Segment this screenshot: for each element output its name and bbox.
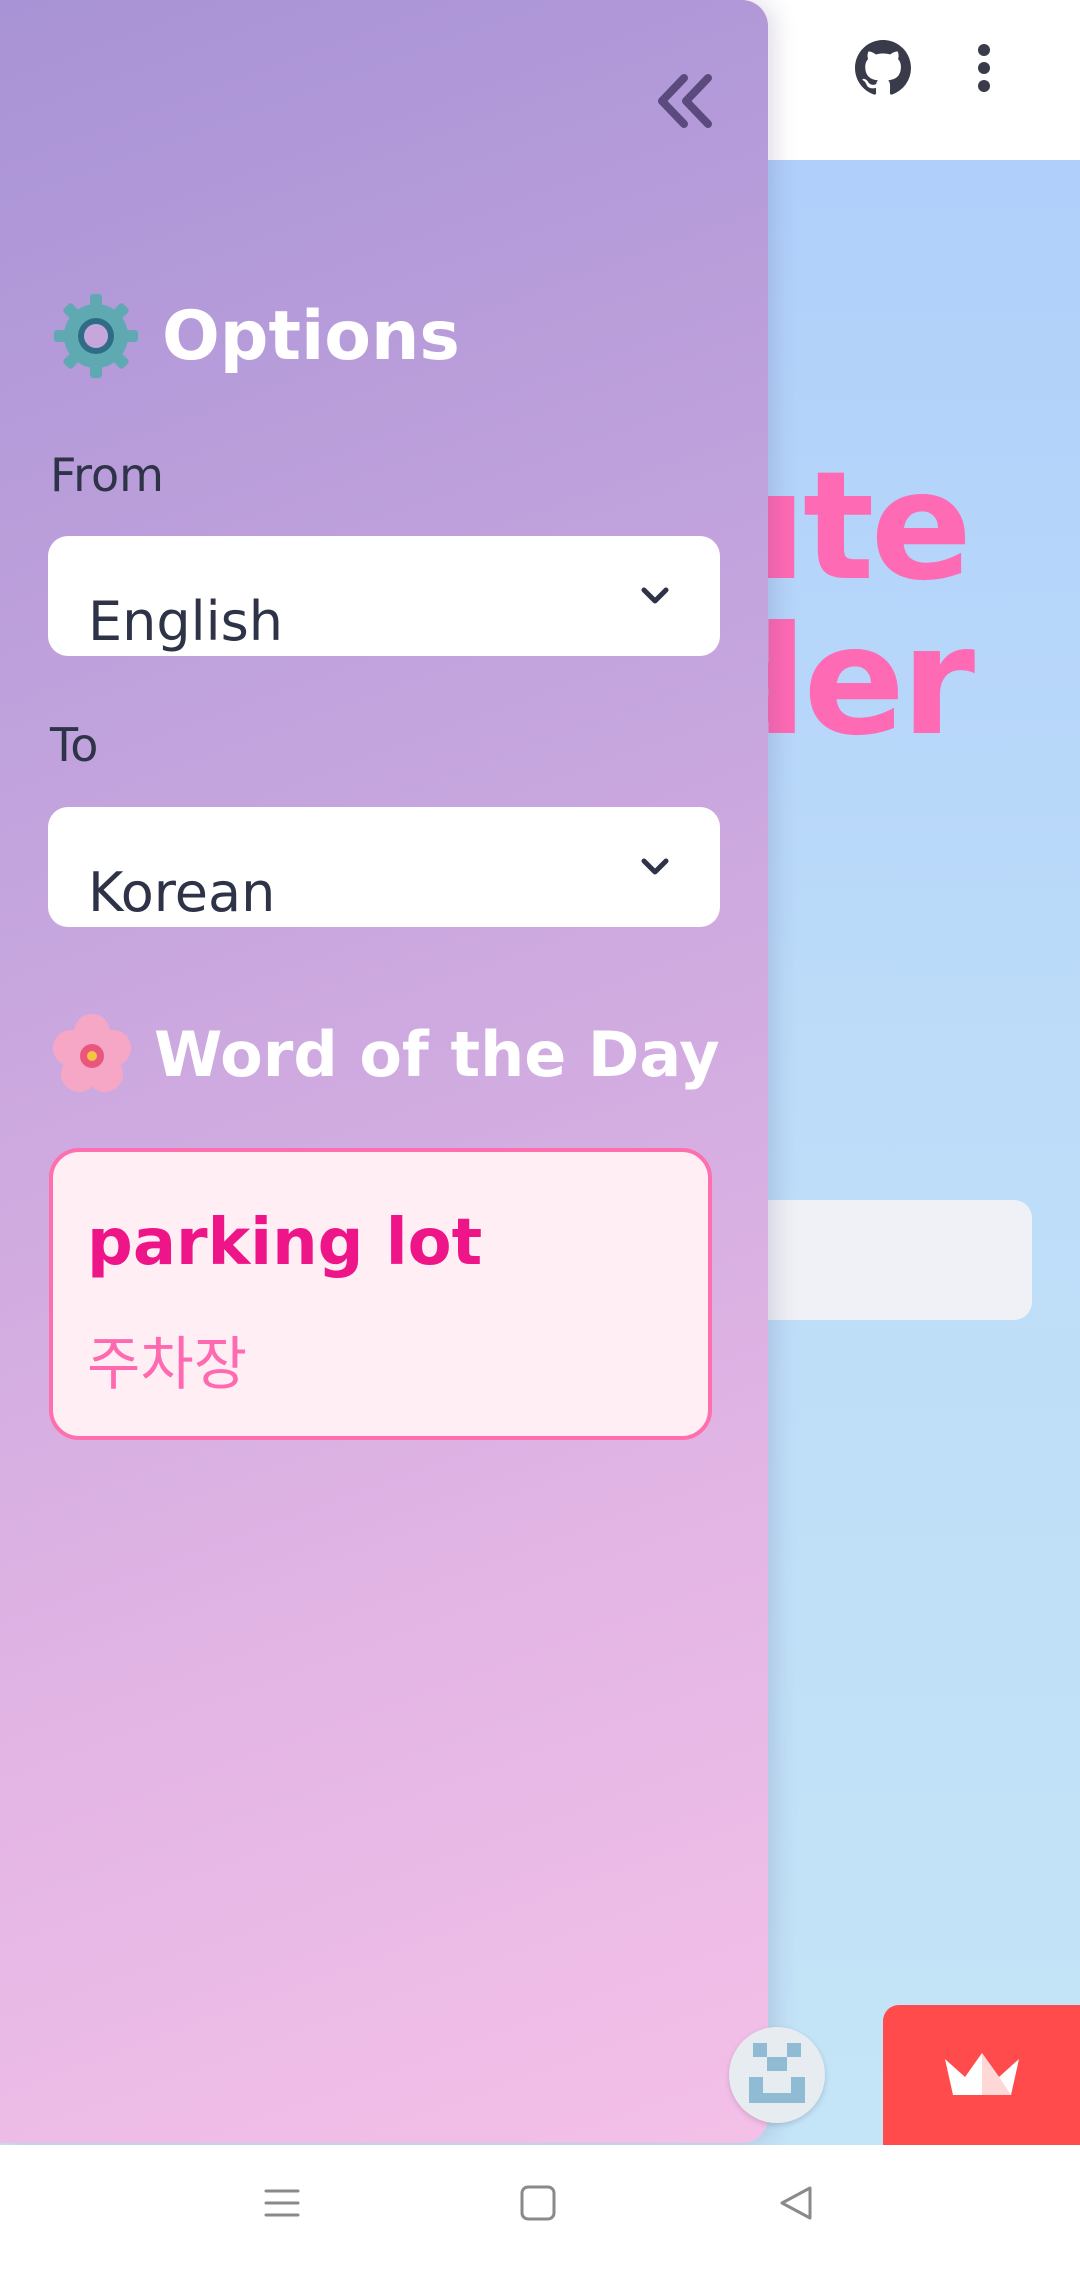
system-navigation-bar	[0, 2145, 1080, 2276]
word-korean: 주차장	[87, 1330, 248, 1398]
from-language-select[interactable]: English	[48, 536, 720, 656]
word-of-the-day-label: Word of the Day	[154, 1017, 720, 1091]
back-icon[interactable]	[776, 2183, 816, 2223]
cherry-blossom-icon	[53, 1014, 131, 1092]
vertical-dots-icon[interactable]	[974, 44, 994, 92]
chevron-down-icon	[641, 587, 669, 604]
collapse-sidebar-button[interactable]	[650, 68, 720, 134]
to-language-value: Korean	[88, 861, 276, 924]
gear-icon	[54, 294, 138, 378]
github-icon[interactable]	[855, 40, 911, 96]
sidebar: Options From English To Korean Word of t…	[0, 0, 768, 2143]
recent-apps-icon[interactable]	[262, 2183, 302, 2223]
word-of-the-day-heading: Word of the Day	[50, 1012, 720, 1096]
to-language-select[interactable]: Korean	[48, 807, 720, 927]
home-icon[interactable]	[518, 2183, 558, 2223]
chevron-down-icon	[641, 858, 669, 875]
word-english: parking lot	[87, 1206, 483, 1280]
streamlit-badge[interactable]	[883, 2005, 1080, 2145]
word-of-the-day-card: parking lot 주차장	[49, 1148, 712, 1440]
from-label: From	[50, 448, 164, 502]
to-label: To	[50, 718, 99, 772]
options-heading: Options	[50, 290, 460, 382]
avatar-icon	[749, 2043, 805, 2103]
options-heading-label: Options	[162, 296, 460, 376]
from-language-value: English	[88, 590, 283, 653]
crown-icon	[945, 2053, 1019, 2095]
avatar[interactable]	[729, 2027, 825, 2123]
